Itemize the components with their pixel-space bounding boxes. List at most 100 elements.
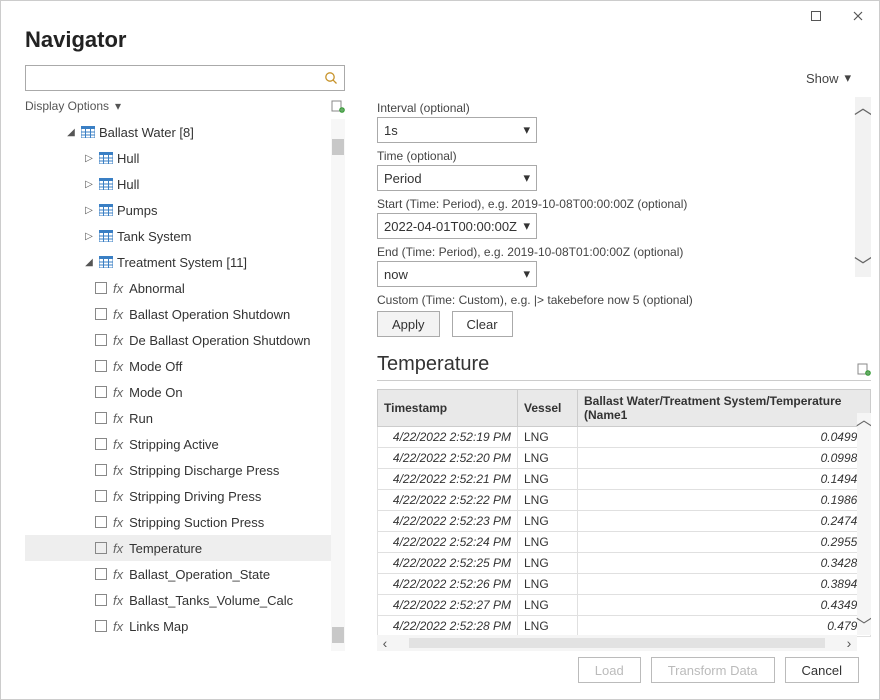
display-options-dropdown[interactable]: Display Options ▾ xyxy=(25,99,121,113)
checkbox[interactable] xyxy=(95,438,107,450)
table-vscrollbar[interactable]: ︿﹀ xyxy=(857,413,871,635)
tree-item[interactable]: fxTemperature xyxy=(25,535,331,561)
tree-item[interactable]: fxMode Off xyxy=(25,353,331,379)
form-scrollbar[interactable]: ︿﹀ xyxy=(855,97,871,277)
time-combo[interactable]: Period▾ xyxy=(377,165,537,191)
caret-icon[interactable]: ▷ xyxy=(83,153,95,164)
apply-button[interactable]: Apply xyxy=(377,311,440,337)
start-label: Start (Time: Period), e.g. 2019-10-08T00… xyxy=(377,197,871,211)
load-button[interactable]: Load xyxy=(578,657,641,683)
tree-item[interactable]: fxRun xyxy=(25,405,331,431)
table-row[interactable]: 4/22/2022 2:52:23 PMLNG0.24740 xyxy=(378,511,871,532)
checkbox[interactable] xyxy=(95,386,107,398)
table-row[interactable]: 4/22/2022 2:52:26 PMLNG0.38941 xyxy=(378,574,871,595)
checkbox[interactable] xyxy=(95,568,107,580)
scroll-left-arrow[interactable]: ‹ xyxy=(377,635,393,651)
column-header[interactable]: Timestamp xyxy=(378,390,518,427)
checkbox[interactable] xyxy=(95,490,107,502)
table-icon xyxy=(81,126,93,138)
checkbox[interactable] xyxy=(95,412,107,424)
table-row[interactable]: 4/22/2022 2:52:24 PMLNG0.29552 xyxy=(378,532,871,553)
fx-icon: fx xyxy=(113,567,123,582)
tree-scrollbar[interactable] xyxy=(331,119,345,651)
column-header[interactable]: Vessel xyxy=(518,390,578,427)
scroll-down-arrow[interactable]: ﹀ xyxy=(856,619,871,635)
caret-down-icon[interactable]: ◢ xyxy=(65,127,77,138)
table-row[interactable]: 4/22/2022 2:52:25 PMLNG0.34289 xyxy=(378,553,871,574)
checkbox[interactable] xyxy=(95,282,107,294)
tree-item[interactable]: fxStripping Active xyxy=(25,431,331,457)
refresh-icon[interactable] xyxy=(331,99,345,113)
cell-value: 0.24740 xyxy=(578,511,871,532)
checkbox[interactable] xyxy=(95,360,107,372)
caret-icon[interactable]: ▷ xyxy=(83,231,95,242)
checkbox[interactable] xyxy=(95,620,107,632)
checkbox[interactable] xyxy=(95,516,107,528)
checkbox[interactable] xyxy=(95,308,107,320)
tree-item[interactable]: fxStripping Discharge Press xyxy=(25,457,331,483)
tree-item-label: Ballast Water [8] xyxy=(99,125,194,140)
clear-button[interactable]: Clear xyxy=(452,311,513,337)
tree-item-label: Stripping Discharge Press xyxy=(129,463,279,478)
tree-item[interactable]: ◢ Ballast Water [8] xyxy=(25,119,331,145)
caret-icon[interactable]: ▷ xyxy=(83,179,95,190)
tree-item[interactable]: ▷Hull xyxy=(25,171,331,197)
start-combo[interactable]: 2022-04-01T00:00:00Z▾ xyxy=(377,213,537,239)
transform-data-button[interactable]: Transform Data xyxy=(651,657,775,683)
tree-item[interactable]: fxAbnormal xyxy=(25,275,331,301)
tree-item-label: Hull xyxy=(117,151,139,166)
search-input[interactable] xyxy=(32,67,324,89)
tree-item[interactable]: ▷Tank System xyxy=(25,223,331,249)
column-header[interactable]: Ballast Water/Treatment System/Temperatu… xyxy=(578,390,871,427)
checkbox[interactable] xyxy=(95,542,107,554)
table-hscrollbar[interactable]: ‹ › xyxy=(377,635,857,651)
table-row[interactable]: 4/22/2022 2:52:27 PMLNG0.43496 xyxy=(378,595,871,616)
window-restore-button[interactable] xyxy=(801,5,831,27)
cell-timestamp: 4/22/2022 2:52:23 PM xyxy=(378,511,518,532)
time-label: Time (optional) xyxy=(377,149,871,163)
tree-item[interactable]: fxBallast Operation Shutdown xyxy=(25,301,331,327)
table-row[interactable]: 4/22/2022 2:52:28 PMLNG0.4794 xyxy=(378,616,871,637)
scroll-down-arrow[interactable]: ﹀ xyxy=(854,257,871,275)
tree-item[interactable]: fxStripping Suction Press xyxy=(25,509,331,535)
cell-vessel: LNG xyxy=(518,490,578,511)
tree-item[interactable]: ▷ Hull xyxy=(25,145,331,171)
scroll-up-arrow[interactable]: ︿ xyxy=(854,99,871,117)
window-close-button[interactable] xyxy=(843,5,873,27)
checkbox[interactable] xyxy=(95,334,107,346)
cancel-button[interactable]: Cancel xyxy=(785,657,859,683)
table-row[interactable]: 4/22/2022 2:52:20 PMLNG0.09983 xyxy=(378,448,871,469)
end-combo[interactable]: now▾ xyxy=(377,261,537,287)
cell-timestamp: 4/22/2022 2:52:20 PM xyxy=(378,448,518,469)
refresh-preview-icon[interactable] xyxy=(857,362,871,376)
tree-item[interactable]: fxMode On xyxy=(25,379,331,405)
scroll-up-arrow[interactable] xyxy=(332,139,344,155)
tree-item[interactable]: fxBallast_Tanks_Volume_Calc xyxy=(25,587,331,613)
table-row[interactable]: 4/22/2022 2:52:22 PMLNG0.19866 xyxy=(378,490,871,511)
tree-item-label: De Ballast Operation Shutdown xyxy=(129,333,310,348)
tree-item[interactable]: ◢Treatment System [11] xyxy=(25,249,331,275)
checkbox[interactable] xyxy=(95,464,107,476)
tree-item[interactable]: ▷Pumps xyxy=(25,197,331,223)
tree-item[interactable]: fxStripping Driving Press xyxy=(25,483,331,509)
table-icon xyxy=(99,152,111,164)
caret-icon[interactable]: ◢ xyxy=(83,257,95,268)
caret-icon[interactable]: ▷ xyxy=(83,205,95,216)
table-row[interactable]: 4/22/2022 2:52:19 PMLNG0.04997 xyxy=(378,427,871,448)
interval-value: 1s xyxy=(384,123,398,138)
checkbox[interactable] xyxy=(95,594,107,606)
search-icon[interactable] xyxy=(324,71,338,85)
table-row[interactable]: 4/22/2022 2:52:21 PMLNG0.14943 xyxy=(378,469,871,490)
interval-combo[interactable]: 1s ▾ xyxy=(377,117,537,143)
fx-icon: fx xyxy=(113,515,123,530)
show-dropdown[interactable]: Show xyxy=(806,71,839,86)
display-options-label: Display Options xyxy=(25,99,109,113)
chevron-down-icon: ▾ xyxy=(523,122,530,138)
scroll-down-arrow[interactable] xyxy=(332,627,344,643)
scroll-up-arrow[interactable]: ︿ xyxy=(856,413,871,429)
tree-item[interactable]: fxDe Ballast Operation Shutdown xyxy=(25,327,331,353)
cell-vessel: LNG xyxy=(518,574,578,595)
tree-item[interactable]: fxLinks Map xyxy=(25,613,331,639)
scroll-right-arrow[interactable]: › xyxy=(841,635,857,651)
tree-item[interactable]: fxBallast_Operation_State xyxy=(25,561,331,587)
